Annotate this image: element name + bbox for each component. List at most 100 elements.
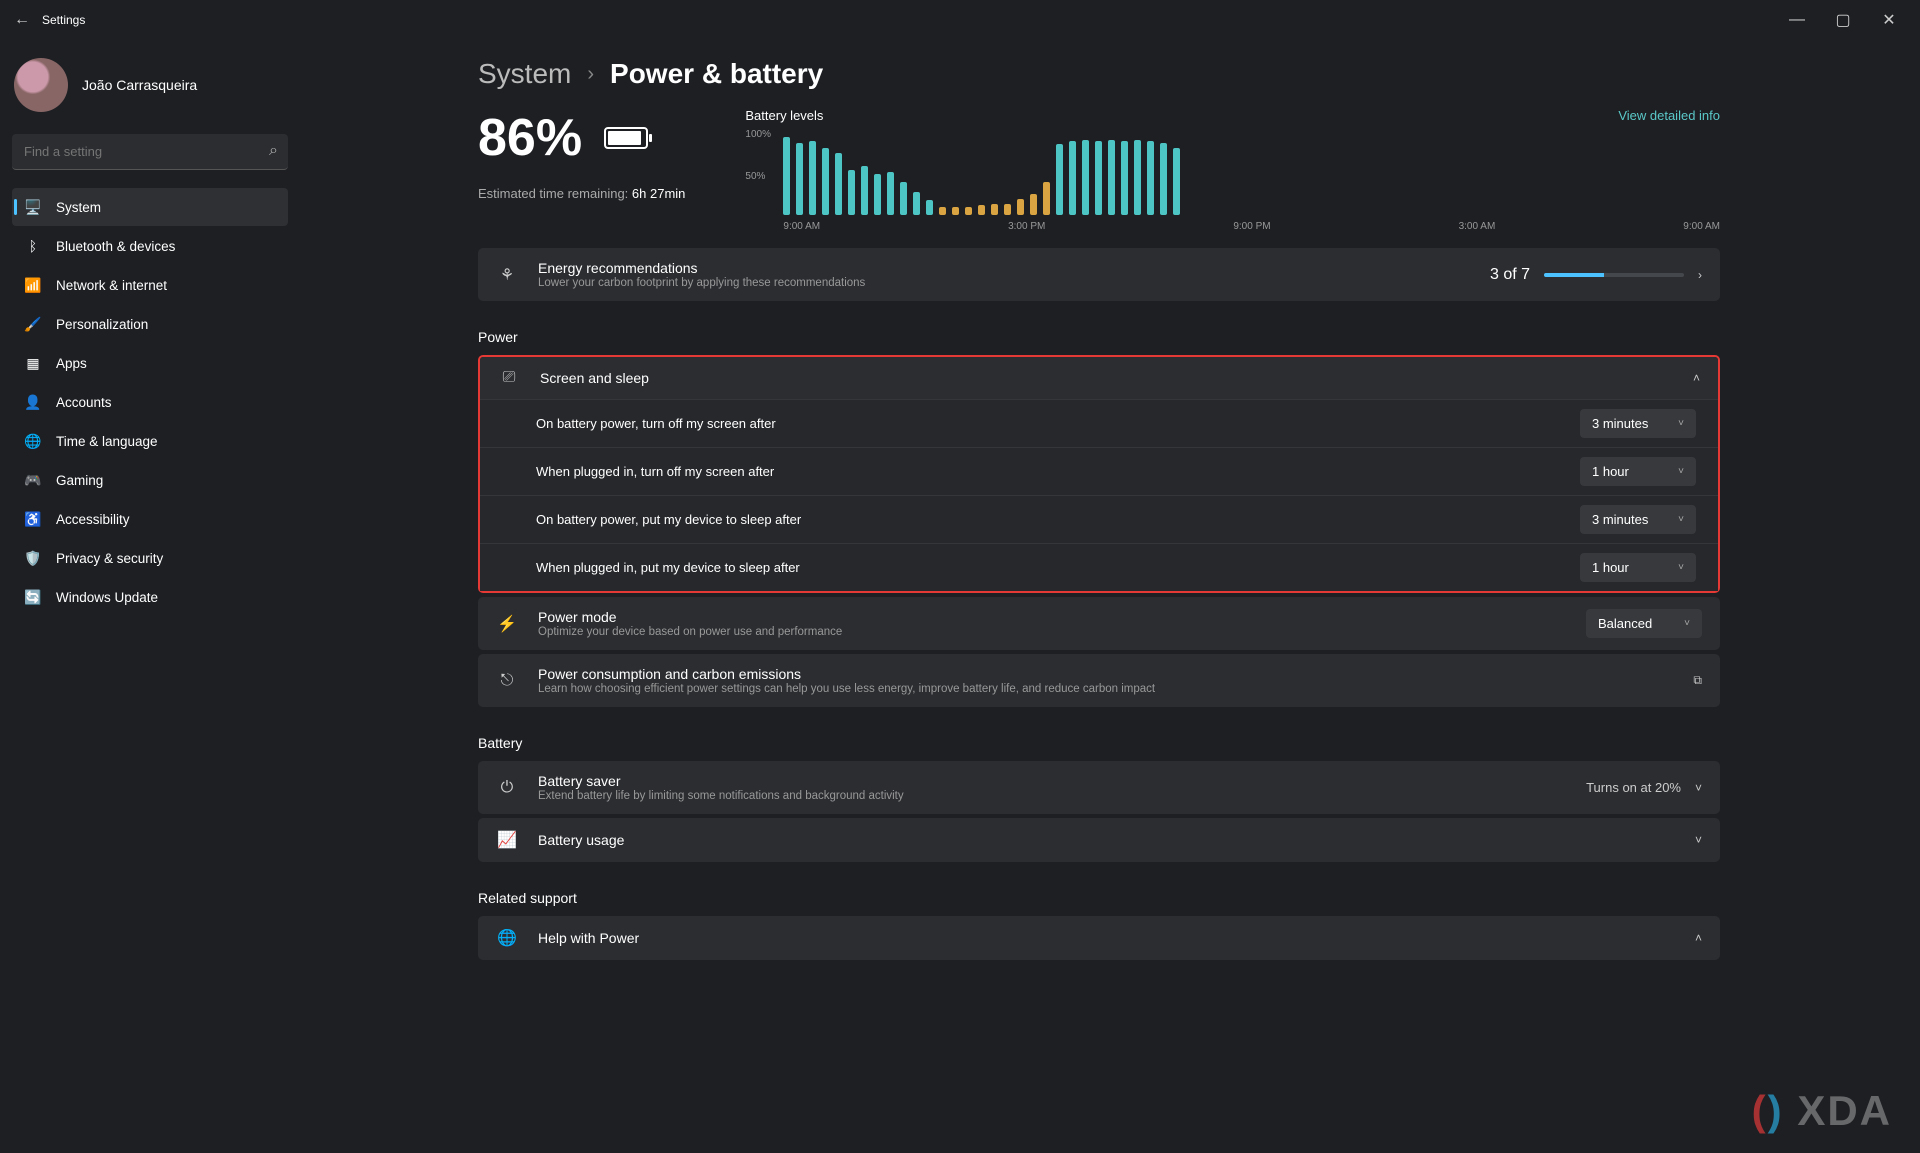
power-mode-icon: ⚡ (496, 614, 518, 634)
screen-sleep-row: When plugged in, put my device to sleep … (480, 543, 1718, 591)
battery-usage-card[interactable]: 📈 Battery usage ˅ (478, 818, 1720, 862)
avatar (14, 58, 68, 112)
nav-label: Accounts (56, 395, 112, 410)
nav-item-gaming[interactable]: 🎮Gaming (12, 461, 288, 499)
help-card[interactable]: 🌐 Help with Power ˄ (478, 916, 1720, 960)
nav-item-personalization[interactable]: 🖌️Personalization (12, 305, 288, 343)
breadcrumb: System › Power & battery (478, 58, 1720, 90)
screen-sleep-row: On battery power, put my device to sleep… (480, 495, 1718, 543)
power-mode-sub: Optimize your device based on power use … (538, 626, 1566, 638)
battery-saver-icon: ⏻ (496, 779, 518, 797)
estimate-value: 6h 27min (632, 186, 685, 201)
screen-sleep-header[interactable]: ⎚ Screen and sleep ˄ (480, 357, 1718, 399)
close-button[interactable]: ✕ (1866, 4, 1912, 36)
energy-recommendations-card[interactable]: ⚘ Energy recommendations Lower your carb… (478, 248, 1720, 301)
chart-y100: 100% (745, 129, 771, 140)
profile-block[interactable]: João Carrasqueira (14, 58, 288, 112)
power-mode-dropdown[interactable]: Balanced ˅ (1586, 609, 1702, 638)
duration-value: 1 hour (1592, 464, 1629, 479)
breadcrumb-parent[interactable]: System (478, 58, 571, 90)
screen-sleep-row: When plugged in, turn off my screen afte… (480, 447, 1718, 495)
nav-item-privacy-security[interactable]: 🛡️Privacy & security (12, 539, 288, 577)
chart-bar (939, 207, 946, 215)
nav-item-windows-update[interactable]: 🔄Windows Update (12, 578, 288, 616)
duration-dropdown[interactable]: 1 hour ˅ (1580, 457, 1696, 486)
duration-dropdown[interactable]: 3 minutes ˅ (1580, 409, 1696, 438)
nav-label: Bluetooth & devices (56, 239, 175, 254)
chart-bar (1043, 182, 1050, 215)
nav-label: Privacy & security (56, 551, 163, 566)
nav-icon: 🌐 (24, 432, 42, 450)
power-mode-title: Power mode (538, 609, 1566, 625)
duration-dropdown[interactable]: 3 minutes ˅ (1580, 505, 1696, 534)
minimize-button[interactable]: — (1774, 4, 1820, 36)
chart-bar (965, 207, 972, 215)
maximize-button[interactable]: ▢ (1820, 4, 1866, 36)
chart-bar (1134, 140, 1141, 215)
carbon-card[interactable]: ⎋ Power consumption and carbon emissions… (478, 654, 1720, 707)
titlebar: ← Settings — ▢ ✕ (0, 0, 1920, 40)
chart-xlabel: 9:00 AM (1683, 221, 1720, 232)
energy-title: Energy recommendations (538, 260, 1470, 276)
chart-bar (991, 204, 998, 215)
chart-bar (1030, 194, 1037, 215)
nav-label: Windows Update (56, 590, 158, 605)
back-button[interactable]: ← (8, 11, 36, 29)
nav-item-network-internet[interactable]: 📶Network & internet (12, 266, 288, 304)
section-power: Power (478, 329, 1720, 345)
view-detailed-link[interactable]: View detailed info (1618, 108, 1720, 123)
nav-icon: 🖥️ (24, 198, 42, 216)
chart-bar (861, 166, 868, 215)
setting-label: On battery power, put my device to sleep… (536, 512, 1580, 527)
nav-item-accounts[interactable]: 👤Accounts (12, 383, 288, 421)
nav-item-accessibility[interactable]: ♿Accessibility (12, 500, 288, 538)
nav-label: Accessibility (56, 512, 130, 527)
chart-bar (1056, 144, 1063, 215)
chart-bar (978, 205, 985, 215)
power-mode-card[interactable]: ⚡ Power mode Optimize your device based … (478, 597, 1720, 650)
nav-item-bluetooth-devices[interactable]: ᛒBluetooth & devices (12, 227, 288, 265)
chevron-down-icon: ˅ (1678, 418, 1684, 429)
chevron-up-icon: ˄ (1695, 931, 1702, 945)
screen-icon: ⎚ (498, 369, 520, 387)
chart-bar (900, 182, 907, 215)
chevron-down-icon: ˅ (1695, 781, 1702, 795)
screen-sleep-row: On battery power, turn off my screen aft… (480, 399, 1718, 447)
window-title: Settings (42, 13, 85, 27)
chart-bar (1082, 140, 1089, 215)
battery-icon (604, 127, 648, 149)
chart-bar (809, 141, 816, 215)
duration-value: 1 hour (1592, 560, 1629, 575)
chevron-right-icon: › (587, 63, 594, 86)
leaf-icon: ⚘ (496, 265, 518, 285)
battery-percent-block: 86% Estimated time remaining: 6h 27min (478, 108, 685, 232)
nav-item-apps[interactable]: ▦Apps (12, 344, 288, 382)
nav-item-time-language[interactable]: 🌐Time & language (12, 422, 288, 460)
chevron-down-icon: ˅ (1684, 618, 1690, 629)
search-box: ⌕ (12, 134, 288, 170)
chart-bar (1004, 204, 1011, 215)
saver-title: Battery saver (538, 773, 1566, 789)
chart-bar (783, 137, 790, 215)
chevron-down-icon: ˅ (1678, 514, 1684, 525)
chart-title: Battery levels (745, 108, 823, 123)
battery-chart: Battery levels View detailed info 100% 5… (745, 108, 1720, 232)
duration-dropdown[interactable]: 1 hour ˅ (1580, 553, 1696, 582)
power-mode-value: Balanced (1598, 616, 1652, 631)
chevron-up-icon: ˄ (1693, 371, 1700, 385)
nav-label: Gaming (56, 473, 103, 488)
profile-name: João Carrasqueira (82, 77, 197, 93)
nav-item-system[interactable]: 🖥️System (12, 188, 288, 226)
globe-icon: 🌐 (496, 928, 518, 948)
search-input[interactable] (12, 134, 288, 170)
energy-sub: Lower your carbon footprint by applying … (538, 277, 1470, 289)
chart-bar (1069, 141, 1076, 215)
chart-bar (1173, 148, 1180, 215)
search-icon: ⌕ (269, 142, 278, 160)
chart-xlabel: 9:00 PM (1233, 221, 1270, 232)
usage-title: Battery usage (538, 832, 1675, 848)
screen-sleep-group-highlighted: ⎚ Screen and sleep ˄ On battery power, t… (478, 355, 1720, 593)
battery-saver-card[interactable]: ⏻ Battery saver Extend battery life by l… (478, 761, 1720, 814)
carbon-title: Power consumption and carbon emissions (538, 666, 1673, 682)
chart-bar (1108, 140, 1115, 215)
